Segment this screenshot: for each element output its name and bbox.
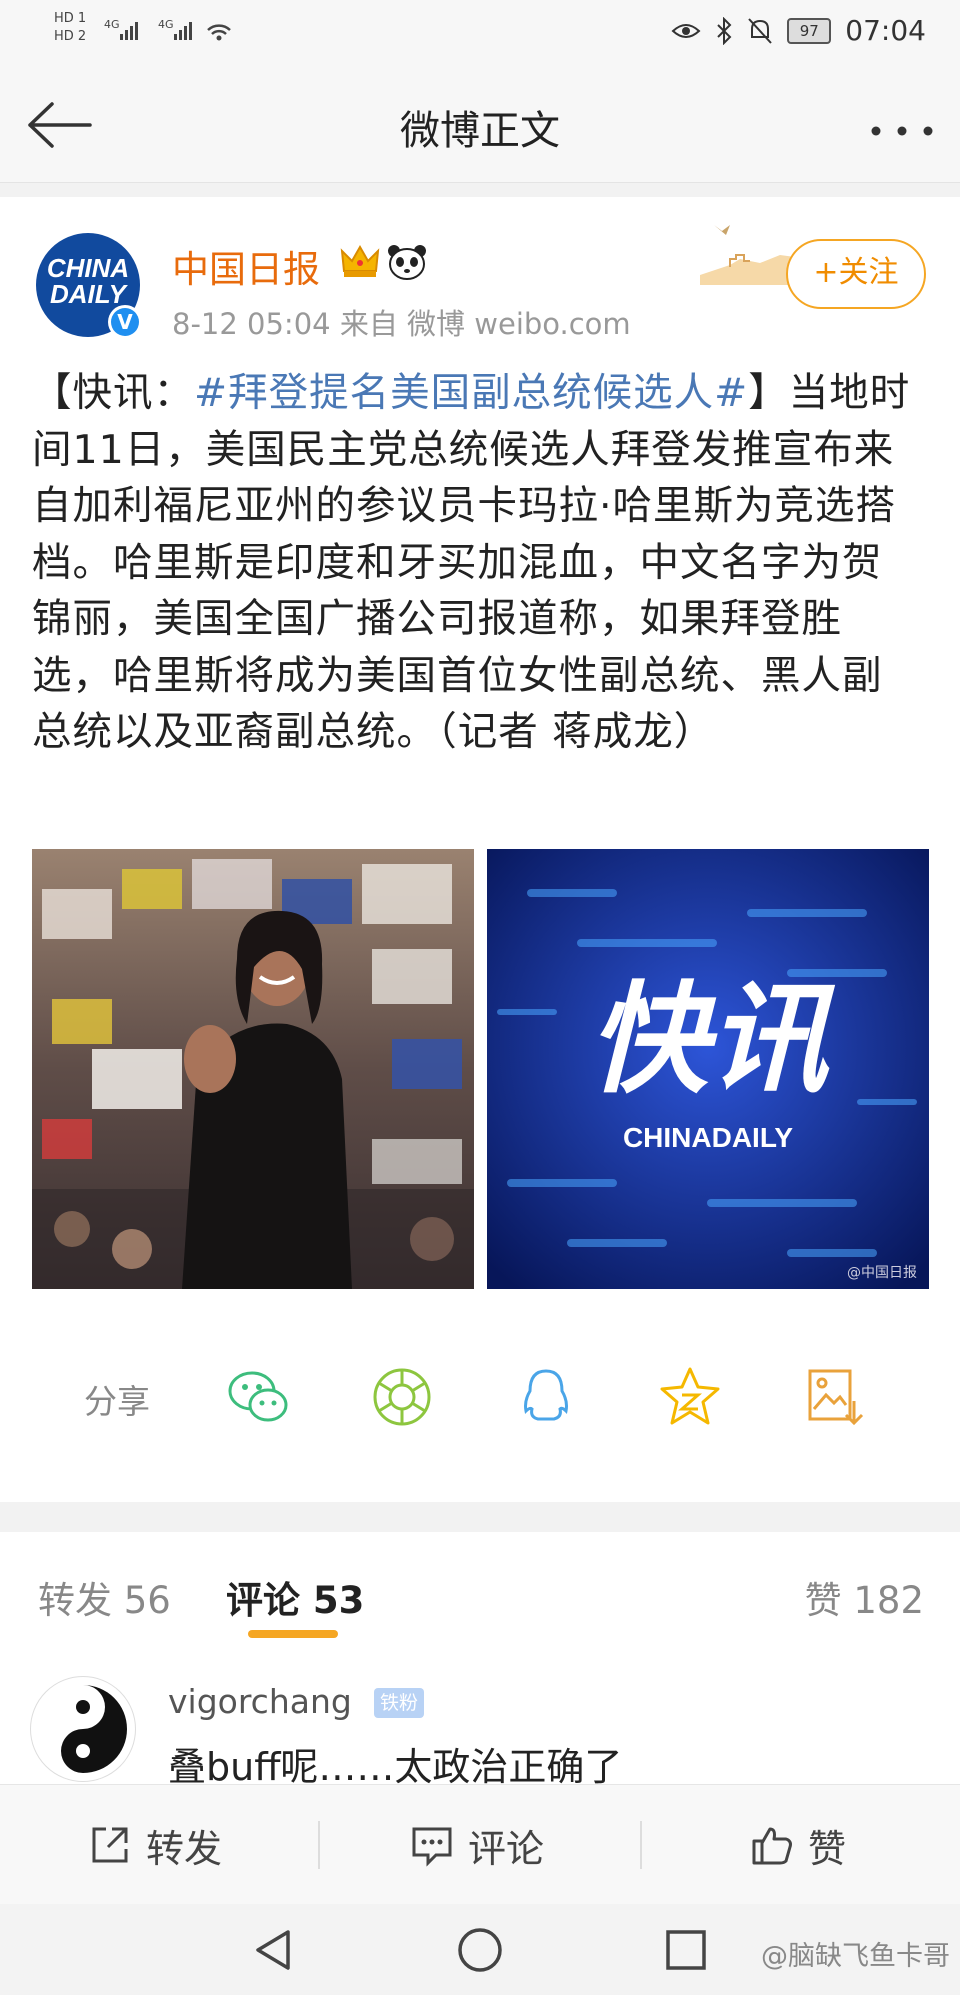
tab-reposts[interactable]: 转发 56: [38, 1570, 171, 1624]
tab-comments[interactable]: 评论 53: [226, 1570, 364, 1624]
clock: 07:04: [845, 14, 926, 47]
thumbs-up-icon: [752, 1827, 792, 1865]
watermark: @脑缺飞鱼卡哥: [761, 1941, 950, 1972]
news-flash-graphic: 快讯 CHINADAILY @中国日报: [487, 849, 929, 1289]
crown-icon: [340, 244, 380, 277]
toolbar-divider: [640, 1821, 642, 1869]
comment-text: 叠buff呢……太政治正确了: [168, 1745, 623, 1789]
comment-button[interactable]: 评论: [410, 1815, 544, 1875]
svg-text:4G: 4G: [158, 18, 174, 31]
author-name[interactable]: 中国日报: [172, 239, 320, 293]
repost-icon: [92, 1827, 128, 1863]
rally-photo: [32, 849, 474, 1289]
moments-icon[interactable]: [370, 1365, 434, 1429]
share-label: 分享: [84, 1382, 150, 1421]
news-flash-brand: CHINADAILY: [623, 1122, 793, 1153]
qzone-icon[interactable]: [658, 1365, 722, 1429]
system-recents-icon[interactable]: [662, 1926, 710, 1974]
post-text-prefix: 【快讯：: [32, 370, 194, 416]
like-button[interactable]: 赞: [750, 1815, 846, 1875]
battery-indicator: 97: [787, 17, 832, 44]
qq-icon[interactable]: [514, 1365, 578, 1429]
save-image-icon[interactable]: [802, 1365, 866, 1429]
bottom-toolbar: 转发 评论 赞: [0, 1784, 960, 1905]
comment-item[interactable]: vigorchang 铁粉 叠buff呢……太政治正确了: [0, 1654, 960, 1789]
system-nav-bar: @脑缺飞鱼卡哥: [0, 1904, 960, 1995]
nav-bar: 微博正文: [0, 62, 960, 183]
repost-label: 转发: [146, 1826, 223, 1871]
post-meta: 8-12 05:04 来自 微博 weibo.com: [172, 307, 631, 341]
status-bar: HD 1 HD 2 4G 4G 97 07:04: [0, 0, 960, 62]
more-dots-icon: [871, 126, 933, 136]
yin-yang-icon: [39, 1685, 127, 1773]
signal-strength-icon: 4G 4G: [104, 18, 231, 41]
post-image-rally[interactable]: [32, 849, 474, 1289]
verified-badge-icon: V: [108, 305, 142, 339]
system-back-icon[interactable]: [250, 1926, 298, 1974]
system-home-icon[interactable]: [456, 1926, 504, 1974]
bluetooth-icon: [717, 16, 732, 45]
post-image-news-flash[interactable]: 快讯 CHINADAILY @中国日报: [487, 849, 929, 1289]
post-card: CHINA DAILY V 中国日报 8-12 05:04 来自 微博 weib…: [0, 197, 960, 1502]
mute-bell-icon: [748, 17, 773, 44]
author-avatar[interactable]: CHINA DAILY V: [36, 233, 142, 339]
share-row: 分享: [0, 1357, 960, 1437]
fan-badge: 铁粉: [374, 1688, 425, 1718]
sim-indicators: HD 1 HD 2: [54, 10, 86, 46]
toolbar-divider: [318, 1821, 320, 1869]
follow-button[interactable]: +关注: [786, 239, 926, 309]
post-text: 【快讯：#拜登提名美国副总统候选人#】当地时间11日，美国民主党总统候选人拜登发…: [32, 365, 922, 761]
panda-icon: [388, 245, 426, 280]
commenter-name[interactable]: vigorchang: [168, 1682, 352, 1721]
more-options-button[interactable]: [870, 114, 934, 137]
post-text-rest: 】当地时间11日，美国民主党总统候选人拜登发推宣布来自加利福尼亚州的参议员卡玛拉…: [32, 370, 911, 755]
svg-text:4G: 4G: [104, 18, 120, 31]
status-right: 97 07:04: [671, 14, 926, 47]
news-flash-title: 快讯: [588, 971, 836, 1110]
tab-likes[interactable]: 赞 182: [805, 1570, 924, 1624]
comment-icon: [412, 1827, 452, 1867]
tab-bar: 转发 56 评论 53 赞 182: [0, 1532, 960, 1655]
eye-icon: [671, 23, 701, 38]
wechat-icon[interactable]: [226, 1365, 290, 1429]
signal-icons: 4G 4G: [104, 16, 244, 50]
image-credit: @中国日报: [847, 1265, 917, 1281]
topic-link[interactable]: #拜登提名美国副总统候选人#: [194, 370, 748, 416]
repost-button[interactable]: 转发: [88, 1815, 222, 1875]
hd1-label: HD 1: [54, 11, 87, 26]
like-label: 赞: [808, 1826, 847, 1871]
page-title: 微博正文: [400, 108, 560, 154]
commenter-avatar[interactable]: [30, 1676, 136, 1782]
hd2-label: HD 2: [54, 29, 87, 44]
active-tab-indicator: [248, 1630, 338, 1638]
avatar-logo-text: CHINA DAILY: [46, 253, 130, 309]
comment-label: 评论: [468, 1826, 545, 1871]
